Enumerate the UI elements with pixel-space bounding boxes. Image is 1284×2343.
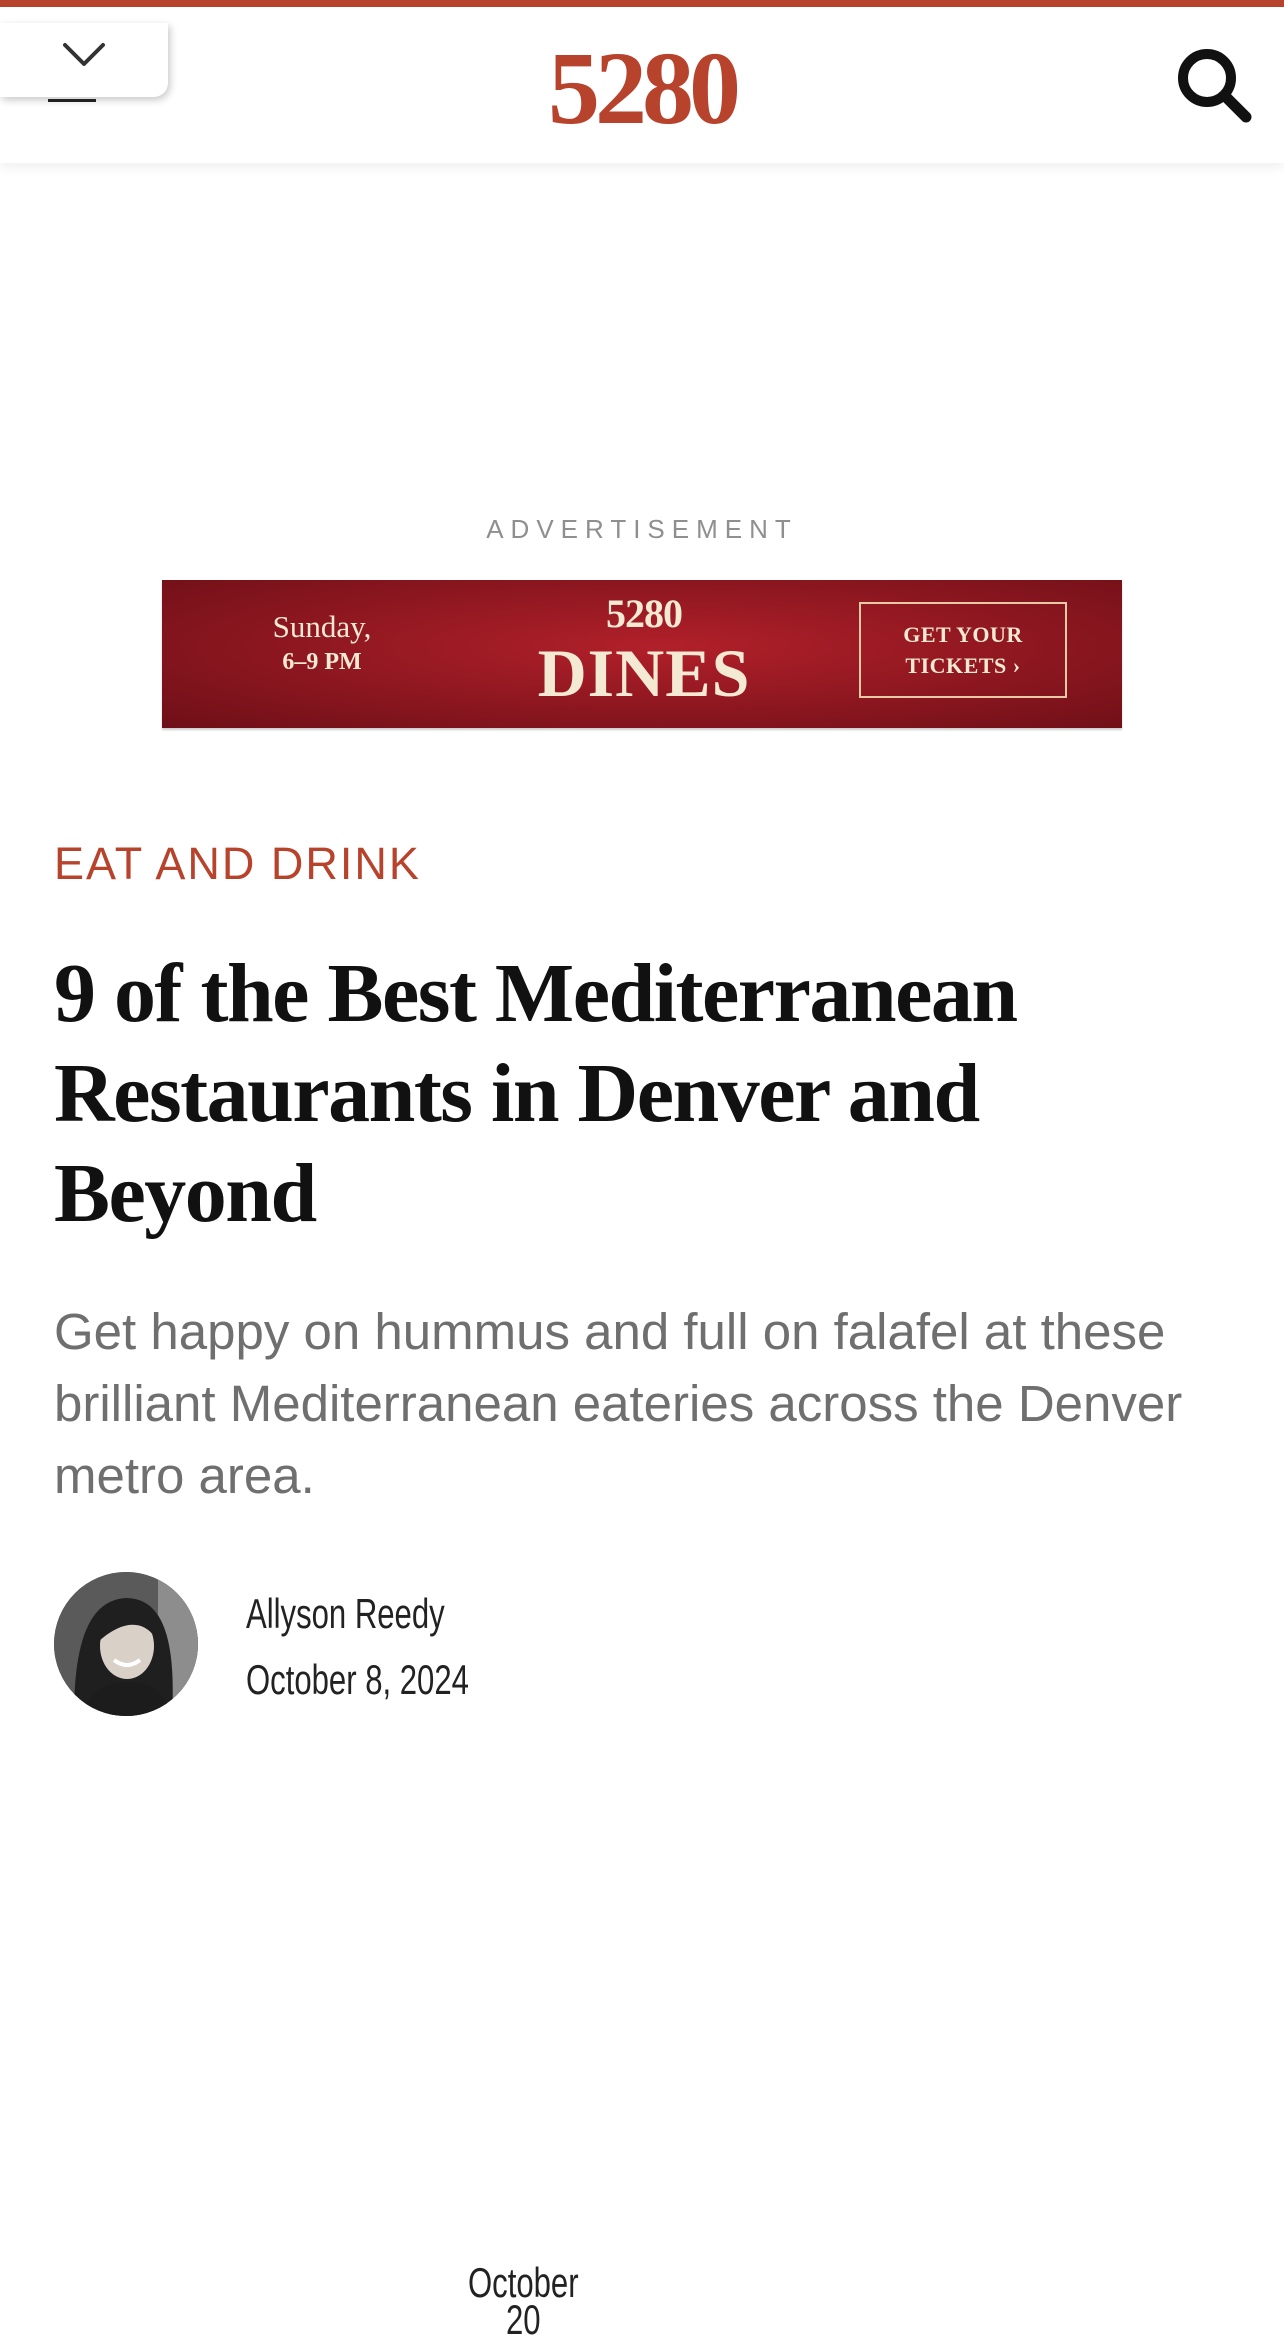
banner-day: Sunday, bbox=[272, 609, 372, 644]
banner-event-date: Sunday, October 20 6–9 PM bbox=[222, 608, 579, 2341]
get-tickets-button[interactable]: GET YOUR TICKETS › bbox=[859, 602, 1067, 698]
site-logo[interactable]: 5280 bbox=[0, 34, 1284, 144]
advertisement-label: ADVERTISEMENT bbox=[486, 514, 798, 544]
author-name[interactable]: Allyson Reedy bbox=[246, 1590, 445, 1638]
category-link[interactable]: EAT AND DRINK bbox=[54, 838, 421, 890]
article-dek: Get happy on hummus and full on falafel … bbox=[54, 1303, 1183, 1504]
dines-ad-banner[interactable]: Sunday, October 20 6–9 PM 5280 DINES GET… bbox=[162, 580, 1122, 2341]
banner-title: DINES bbox=[537, 635, 751, 711]
site-header: 5280 bbox=[0, 7, 1284, 163]
publish-date: October 8, 2024 bbox=[246, 1656, 469, 1703]
cta-line-1: GET YOUR bbox=[903, 622, 1023, 647]
banner-time: 6–9 PM bbox=[282, 649, 362, 675]
search-icon[interactable] bbox=[1174, 45, 1254, 125]
article-headline: 9 of the Best Mediterranean Restaurants … bbox=[54, 947, 1018, 1240]
author-avatar[interactable] bbox=[54, 1572, 198, 1716]
banner-brand: 5280 bbox=[606, 591, 683, 636]
author-photo bbox=[54, 1572, 198, 1716]
top-accent-bar bbox=[0, 0, 1284, 7]
banner-date: October 20 bbox=[468, 2259, 579, 2343]
cta-line-2: TICKETS › bbox=[905, 653, 1021, 678]
